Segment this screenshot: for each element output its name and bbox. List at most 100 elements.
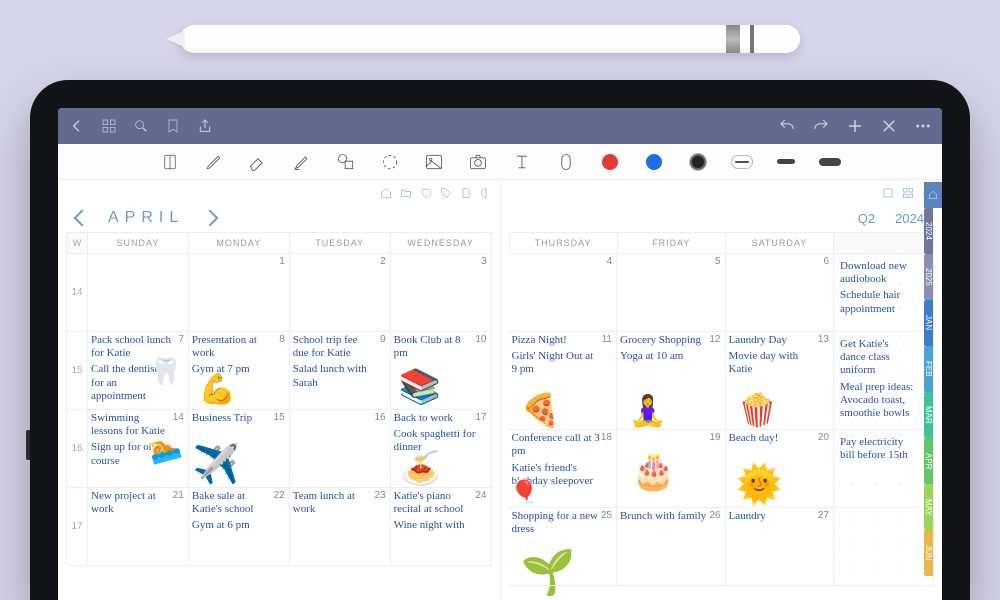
calendar-cell[interactable]: 8Presentation at workGym at 7 pm💪 [189, 332, 290, 410]
calendar-cell[interactable]: 24Katie's piano recital at schoolWine ni… [391, 488, 492, 566]
more-icon[interactable] [914, 117, 932, 135]
back-icon[interactable] [68, 117, 86, 135]
highlighter-tool-icon[interactable] [291, 151, 313, 173]
tab-mar[interactable]: MAR [924, 392, 933, 438]
shapes-tool-icon[interactable] [335, 151, 357, 173]
tab-2025[interactable]: 2025 [924, 254, 933, 300]
date-number: 18 [601, 432, 612, 443]
search-icon[interactable] [132, 117, 150, 135]
tab-jan[interactable]: JAN [924, 300, 933, 346]
prev-month-icon[interactable] [74, 210, 91, 227]
page-nav-left [66, 186, 492, 202]
tab-apr[interactable]: APR [924, 438, 933, 484]
calendar-cell[interactable]: 5 [617, 254, 726, 332]
day-thursday: THURSDAY [509, 232, 618, 254]
calendar-entry: New project at work [91, 490, 185, 516]
day-wednesday: WEDNESDAY [391, 232, 492, 254]
sticker: 🍝 [401, 449, 441, 487]
calendar-cell[interactable]: 25Shopping for a new dress [509, 508, 618, 586]
notes-cell[interactable] [834, 508, 934, 586]
calendar-cell[interactable]: 27Laundry [726, 508, 835, 586]
apps-icon[interactable] [902, 186, 914, 202]
month-tabs: 20242025JANFEBMARAPRMAYJUN [924, 182, 942, 576]
sticker: 🎈 [511, 479, 538, 505]
link-tool-icon[interactable] [555, 151, 577, 173]
calendar-entry: School trip fee due for Katie [293, 334, 387, 360]
drawing-toolbar [58, 144, 942, 180]
calendar-cell[interactable]: 17Back to workCook spaghetti for dinner🍝 [391, 410, 492, 488]
calendar-row: 16 14Swimming lessons for KatieSign up fo… [66, 410, 492, 488]
calendar-cell[interactable]: 4 [509, 254, 618, 332]
camera-tool-icon[interactable] [467, 151, 489, 173]
text-tool-icon[interactable] [511, 151, 533, 173]
tab-feb[interactable]: FEB [924, 346, 933, 392]
pen-tool-icon[interactable] [203, 151, 225, 173]
color-red[interactable] [599, 151, 621, 173]
calendar-cell[interactable]: 22Bake sale at Katie's schoolGym at 6 pm [189, 488, 290, 566]
eraser-tool-icon[interactable] [247, 151, 269, 173]
planner-left-page: APRIL W SUNDAY MONDAY TUESDAY WEDNESDAY … [58, 180, 501, 600]
note-entry: Download new audiobook [840, 260, 927, 286]
calendar-cell[interactable]: 23Team lunch at work [290, 488, 391, 566]
calendar-entry: Grocery Shopping [620, 334, 722, 347]
notebook-icon[interactable] [159, 151, 181, 173]
grid-icon[interactable] [100, 117, 118, 135]
add-icon[interactable] [846, 117, 864, 135]
stroke-med[interactable] [775, 151, 797, 173]
heart-icon[interactable] [420, 186, 432, 202]
template-icon[interactable] [882, 186, 894, 202]
home-icon[interactable] [380, 186, 392, 202]
date-number: 15 [274, 412, 285, 423]
tag-icon[interactable] [440, 186, 452, 202]
share-icon[interactable] [196, 117, 214, 135]
calendar-cell[interactable]: 21New project at work [88, 488, 189, 566]
calendar-cell[interactable]: 1 [189, 254, 290, 332]
lasso-tool-icon[interactable] [379, 151, 401, 173]
page-icon[interactable] [460, 186, 472, 202]
calendar-cell[interactable]: 14Swimming lessons for KatieSign up for … [88, 410, 189, 488]
bookmark-icon[interactable] [164, 117, 182, 135]
calendar-entry: Salad lunch with Sarah [293, 363, 387, 389]
next-month-icon[interactable] [202, 210, 219, 227]
calendar-cell[interactable]: 12Grocery ShoppingYoga at 10 am🧘‍♀️ [617, 332, 726, 430]
calendar-cell[interactable]: 20Beach day!🌞 [726, 430, 835, 508]
date-number: 2 [380, 256, 386, 267]
calendar-cell[interactable] [88, 254, 189, 332]
calendar-cell[interactable]: 26Brunch with family [617, 508, 726, 586]
folder-icon[interactable] [400, 186, 412, 202]
color-black[interactable] [687, 151, 709, 173]
notes-cell[interactable]: Pay electricity bill before 15th🌱 [834, 430, 934, 508]
calendar-cell[interactable]: 11Pizza Night!Girls' Night Out at 9 pm🍕 [509, 332, 618, 430]
notes-cell[interactable]: Download new audiobookSchedule hair appo… [834, 254, 934, 332]
undo-icon[interactable] [778, 117, 796, 135]
calendar-cell[interactable]: 2 [290, 254, 391, 332]
day-tuesday: TUESDAY [290, 232, 391, 254]
stroke-thick[interactable] [819, 151, 841, 173]
calendar-cell[interactable]: 15Business Trip✈️ [189, 410, 290, 488]
tab-home[interactable] [924, 182, 942, 208]
tab-jun[interactable]: JUN [924, 530, 933, 576]
calendar-cell[interactable]: 19🎂 [617, 430, 726, 508]
calendar-cell[interactable]: 10Book Club at 8 pm📚 [391, 332, 492, 410]
color-blue[interactable] [643, 151, 665, 173]
tab-2024[interactable]: 2024 [924, 208, 933, 254]
notes-cell[interactable]: Get Katie's dance class uniformMeal prep… [834, 332, 934, 430]
calendar-cell[interactable]: 13Laundry DayMovie day with Katie🍿 [726, 332, 835, 430]
calendar-cell[interactable]: 18Conference call at 3 pmKatie's friend'… [509, 430, 618, 508]
image-tool-icon[interactable] [423, 151, 445, 173]
calendar-cell[interactable]: 7Pack school lunch for KatieCall the den… [88, 332, 189, 410]
tab-may[interactable]: MAY [924, 484, 933, 530]
sticker: 🍕 [521, 391, 561, 429]
redo-icon[interactable] [812, 117, 830, 135]
week-number: 17 [66, 488, 88, 566]
app-titlebar [58, 108, 942, 144]
calendar-cell[interactable]: 9School trip fee due for KatieSalad lunc… [290, 332, 391, 410]
calendar-cell[interactable]: 6 [726, 254, 835, 332]
calendar-cell[interactable]: 16 [290, 410, 391, 488]
close-icon[interactable] [880, 117, 898, 135]
stroke-thin[interactable] [731, 151, 753, 173]
calendar-entry: Katie's piano recital at school [394, 490, 488, 516]
calendar-cell[interactable]: 3 [391, 254, 492, 332]
month-title: APRIL [108, 209, 184, 227]
chart-icon[interactable] [480, 186, 492, 202]
